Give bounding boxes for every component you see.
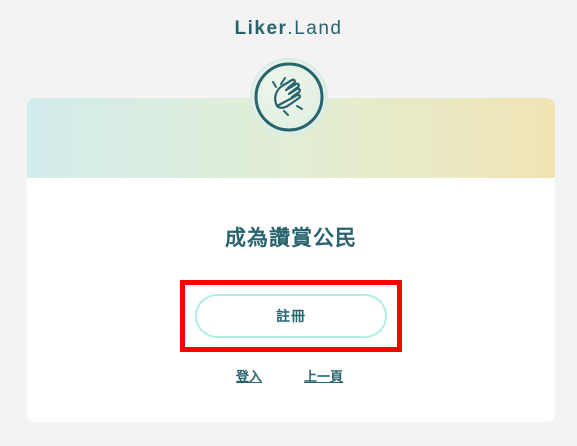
- signup-card: [27, 98, 555, 422]
- logo-liker: Liker: [234, 18, 288, 39]
- likerland-logo: Liker.Land: [0, 18, 577, 40]
- logo-land: Land: [294, 18, 343, 39]
- clapping-hands-svg: [254, 62, 324, 132]
- login-link[interactable]: 登入: [236, 366, 262, 385]
- clapping-hands-icon: [250, 58, 328, 136]
- page-title: 成為讚賞公民: [225, 226, 357, 250]
- back-link[interactable]: 上一頁: [304, 366, 343, 385]
- register-button[interactable]: 註冊: [195, 294, 387, 338]
